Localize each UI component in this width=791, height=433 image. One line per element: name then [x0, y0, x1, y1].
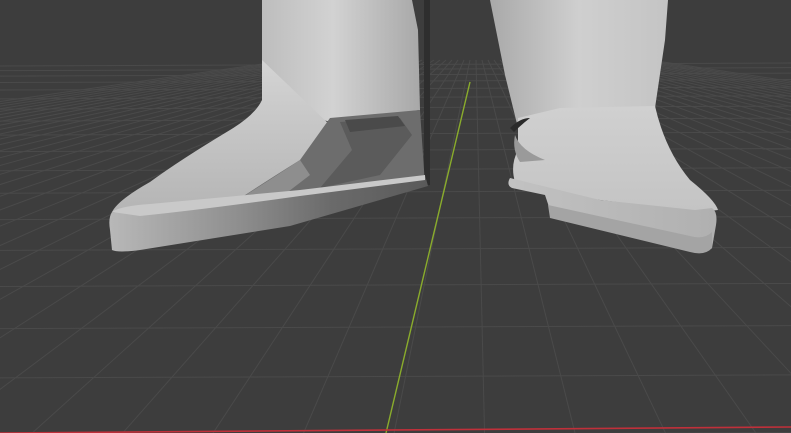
grid-line-horizontal [0, 374, 791, 379]
armature-rod [424, 0, 430, 185]
grid-line-horizontal [0, 282, 791, 287]
right-boot-upper [513, 106, 718, 212]
grid-line-horizontal [0, 325, 791, 330]
viewport-canvas[interactable] [0, 0, 791, 433]
right-boot-mesh[interactable] [490, 0, 718, 254]
3d-viewport[interactable] [0, 0, 791, 433]
left-boot-mesh[interactable] [109, 0, 428, 252]
grid-line-depth [637, 59, 791, 86]
grid-line-depth [475, 59, 486, 433]
